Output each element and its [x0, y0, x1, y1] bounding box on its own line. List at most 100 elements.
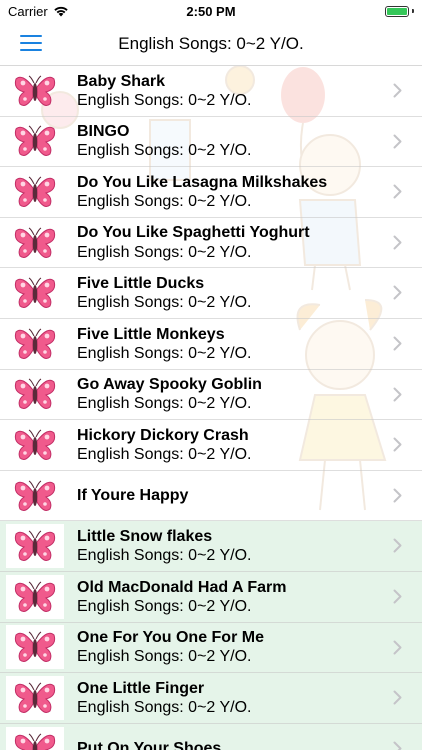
- navigation-bar: English Songs: 0~2 Y/O.: [0, 22, 422, 66]
- song-row[interactable]: Go Away Spooky Goblin English Songs: 0~2…: [0, 370, 422, 421]
- song-texts: BINGO English Songs: 0~2 Y/O.: [77, 122, 422, 160]
- song-row[interactable]: Do You Like Lasagna Milkshakes English S…: [0, 167, 422, 218]
- song-title: Baby Shark: [77, 72, 166, 90]
- song-subtitle: English Songs: 0~2 Y/O.: [77, 547, 252, 565]
- song-title: Five Little Ducks: [77, 274, 205, 292]
- song-texts: If Youre Happy: [77, 486, 422, 505]
- song-subtitle: English Songs: 0~2 Y/O.: [77, 243, 252, 261]
- song-texts: Go Away Spooky Goblin English Songs: 0~2…: [77, 375, 422, 413]
- song-texts: Little Snow flakes English Songs: 0~2 Y/…: [77, 527, 422, 565]
- song-texts: Put On Your Shoes: [77, 739, 422, 750]
- song-subtitle: English Songs: 0~2 Y/O.: [77, 648, 252, 666]
- song-thumbnail: [6, 221, 64, 265]
- song-thumbnail: [6, 69, 64, 113]
- song-texts: Baby Shark English Songs: 0~2 Y/O.: [77, 72, 422, 110]
- chevron-right-icon: [393, 437, 402, 452]
- song-row[interactable]: One Little Finger English Songs: 0~2 Y/O…: [0, 673, 422, 724]
- chevron-right-icon: [393, 134, 402, 149]
- song-thumbnail: [6, 474, 64, 518]
- song-title: Little Snow flakes: [77, 527, 213, 545]
- song-row[interactable]: Put On Your Shoes: [0, 723, 422, 750]
- song-subtitle: English Songs: 0~2 Y/O.: [77, 597, 252, 615]
- song-list: Baby Shark English Songs: 0~2 Y/O. BINGO…: [0, 66, 422, 750]
- song-title: Put On Your Shoes: [77, 739, 222, 750]
- song-title: One Little Finger: [77, 679, 205, 697]
- song-row[interactable]: Do You Like Spaghetti Yoghurt English So…: [0, 218, 422, 269]
- page-title: English Songs: 0~2 Y/O.: [118, 33, 304, 53]
- song-row[interactable]: Little Snow flakes English Songs: 0~2 Y/…: [0, 521, 422, 572]
- song-row[interactable]: Hickory Dickory Crash English Songs: 0~2…: [0, 420, 422, 471]
- song-texts: One For You One For Me English Songs: 0~…: [77, 628, 422, 666]
- song-subtitle: English Songs: 0~2 Y/O.: [77, 445, 252, 463]
- butterfly-icon: [14, 682, 56, 713]
- song-subtitle: English Songs: 0~2 Y/O.: [77, 395, 252, 413]
- song-texts: Do You Like Lasagna Milkshakes English S…: [77, 173, 422, 211]
- butterfly-icon: [14, 277, 56, 309]
- chevron-right-icon: [393, 741, 402, 750]
- song-thumbnail: [6, 170, 64, 214]
- song-thumbnail: [6, 625, 64, 670]
- song-subtitle: English Songs: 0~2 Y/O.: [77, 698, 252, 716]
- butterfly-icon: [14, 480, 56, 511]
- butterfly-icon: [14, 125, 56, 157]
- butterfly-icon: [14, 227, 56, 258]
- chevron-right-icon: [393, 387, 402, 402]
- butterfly-icon: [14, 176, 56, 207]
- song-texts: Do You Like Spaghetti Yoghurt English So…: [77, 223, 422, 261]
- song-title: Do You Like Spaghetti Yoghurt: [77, 224, 310, 242]
- song-thumbnail: [6, 423, 64, 467]
- chevron-right-icon: [393, 488, 402, 503]
- song-title: If Youre Happy: [77, 486, 189, 504]
- butterfly-icon: [14, 378, 56, 410]
- song-thumbnail: [6, 271, 64, 315]
- song-row[interactable]: Five Little Ducks English Songs: 0~2 Y/O…: [0, 268, 422, 319]
- song-row[interactable]: BINGO English Songs: 0~2 Y/O.: [0, 117, 422, 168]
- butterfly-icon: [14, 328, 56, 359]
- chevron-right-icon: [393, 640, 402, 655]
- song-row[interactable]: Five Little Monkeys English Songs: 0~2 Y…: [0, 319, 422, 370]
- butterfly-icon: [14, 733, 56, 750]
- song-subtitle: English Songs: 0~2 Y/O.: [77, 192, 252, 210]
- song-texts: One Little Finger English Songs: 0~2 Y/O…: [77, 679, 422, 717]
- song-row[interactable]: One For You One For Me English Songs: 0~…: [0, 622, 422, 674]
- song-title: Five Little Monkeys: [77, 325, 225, 343]
- butterfly-icon: [14, 75, 56, 106]
- app-screen: Carrier 2:50 PM English Songs: 0~2 Y/O.: [0, 0, 422, 750]
- song-title: Go Away Spooky Goblin: [77, 376, 262, 394]
- status-time: 2:50 PM: [186, 3, 236, 19]
- song-subtitle: English Songs: 0~2 Y/O.: [77, 142, 252, 160]
- chevron-right-icon: [393, 336, 402, 351]
- status-bar: Carrier 2:50 PM: [0, 0, 422, 22]
- chevron-right-icon: [393, 83, 402, 98]
- song-texts: Five Little Ducks English Songs: 0~2 Y/O…: [77, 274, 422, 312]
- chevron-right-icon: [393, 589, 402, 604]
- butterfly-icon: [14, 581, 56, 612]
- song-subtitle: English Songs: 0~2 Y/O.: [77, 91, 252, 109]
- song-row[interactable]: If Youre Happy: [0, 471, 422, 522]
- chevron-right-icon: [393, 538, 402, 553]
- song-thumbnail: [6, 574, 64, 619]
- song-thumbnail: [6, 322, 64, 366]
- song-title: BINGO: [77, 123, 130, 141]
- song-subtitle: English Songs: 0~2 Y/O.: [77, 344, 252, 362]
- song-row[interactable]: Old MacDonald Had A Farm English Songs: …: [0, 571, 422, 623]
- butterfly-icon: [14, 530, 56, 562]
- chevron-right-icon: [393, 285, 402, 300]
- song-texts: Five Little Monkeys English Songs: 0~2 Y…: [77, 325, 422, 363]
- song-texts: Old MacDonald Had A Farm English Songs: …: [77, 578, 422, 616]
- song-title: Old MacDonald Had A Farm: [77, 578, 287, 596]
- song-thumbnail: [6, 119, 64, 163]
- hamburger-menu-icon[interactable]: [20, 35, 42, 53]
- chevron-right-icon: [393, 690, 402, 705]
- song-thumbnail: [6, 675, 64, 720]
- chevron-right-icon: [393, 184, 402, 199]
- song-thumbnail: [6, 372, 64, 416]
- song-thumbnail: [6, 524, 64, 569]
- song-title: Hickory Dickory Crash: [77, 426, 249, 444]
- chevron-right-icon: [393, 235, 402, 250]
- song-title: Do You Like Lasagna Milkshakes: [77, 173, 328, 191]
- song-row[interactable]: Baby Shark English Songs: 0~2 Y/O.: [0, 66, 422, 117]
- song-subtitle: English Songs: 0~2 Y/O.: [77, 294, 252, 312]
- song-title: One For You One For Me: [77, 629, 264, 647]
- butterfly-icon: [14, 429, 56, 460]
